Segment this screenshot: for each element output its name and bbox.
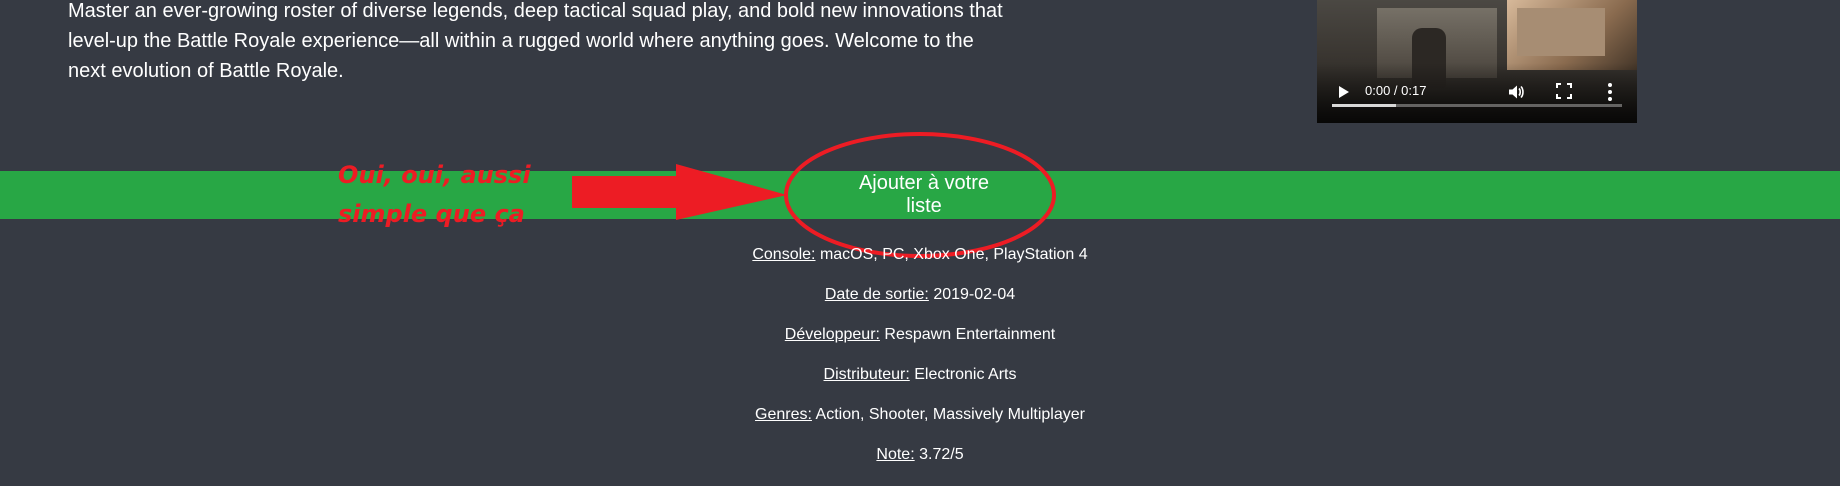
detail-value: 2019-02-04 bbox=[933, 286, 1016, 303]
detail-genres: Genres: Action, Shooter, Massively Multi… bbox=[0, 404, 1840, 444]
video-time: 0:00 / 0:17 bbox=[1365, 83, 1427, 98]
detail-publisher: Distributeur: Electronic Arts bbox=[0, 364, 1840, 404]
detail-console: Console: macOS, PC, Xbox One, PlayStatio… bbox=[0, 244, 1840, 284]
annotation-text: Oui, oui, aussi simple que ça bbox=[338, 156, 568, 234]
play-icon[interactable] bbox=[1339, 86, 1349, 98]
detail-label: Distributeur: bbox=[823, 366, 910, 383]
detail-release-date: Date de sortie: 2019-02-04 bbox=[0, 284, 1840, 324]
fullscreen-icon[interactable] bbox=[1556, 83, 1572, 99]
annotation-line-1: Oui, oui, aussi bbox=[338, 161, 531, 189]
detail-label: Genres: bbox=[755, 406, 812, 423]
annotation-line-2: simple que ça bbox=[338, 200, 525, 228]
more-options-icon[interactable] bbox=[1607, 82, 1613, 102]
game-details: Console: macOS, PC, Xbox One, PlayStatio… bbox=[0, 244, 1840, 484]
detail-value: 3.72/5 bbox=[919, 446, 964, 463]
detail-value: macOS, PC, Xbox One, PlayStation 4 bbox=[819, 246, 1088, 263]
volume-icon[interactable] bbox=[1507, 83, 1525, 101]
detail-label: Date de sortie: bbox=[824, 286, 929, 303]
game-description: Master an ever-growing roster of diverse… bbox=[68, 0, 1003, 82]
video-player[interactable]: 0:00 / 0:17 bbox=[1317, 0, 1637, 123]
add-to-list-button[interactable]: Ajouter à votre liste bbox=[835, 171, 1013, 219]
detail-label: Note: bbox=[876, 446, 915, 463]
detail-label: Développeur: bbox=[784, 326, 880, 343]
detail-value: Electronic Arts bbox=[914, 366, 1017, 383]
video-progress-bar[interactable] bbox=[1332, 104, 1622, 107]
video-frame-window bbox=[1517, 8, 1605, 56]
video-buffered-progress bbox=[1332, 104, 1396, 107]
detail-label: Console: bbox=[752, 246, 816, 263]
detail-developer: Développeur: Respawn Entertainment bbox=[0, 324, 1840, 364]
detail-value: Respawn Entertainment bbox=[884, 326, 1056, 343]
detail-value: Action, Shooter, Massively Multiplayer bbox=[815, 406, 1085, 423]
detail-rating: Note: 3.72/5 bbox=[0, 444, 1840, 484]
